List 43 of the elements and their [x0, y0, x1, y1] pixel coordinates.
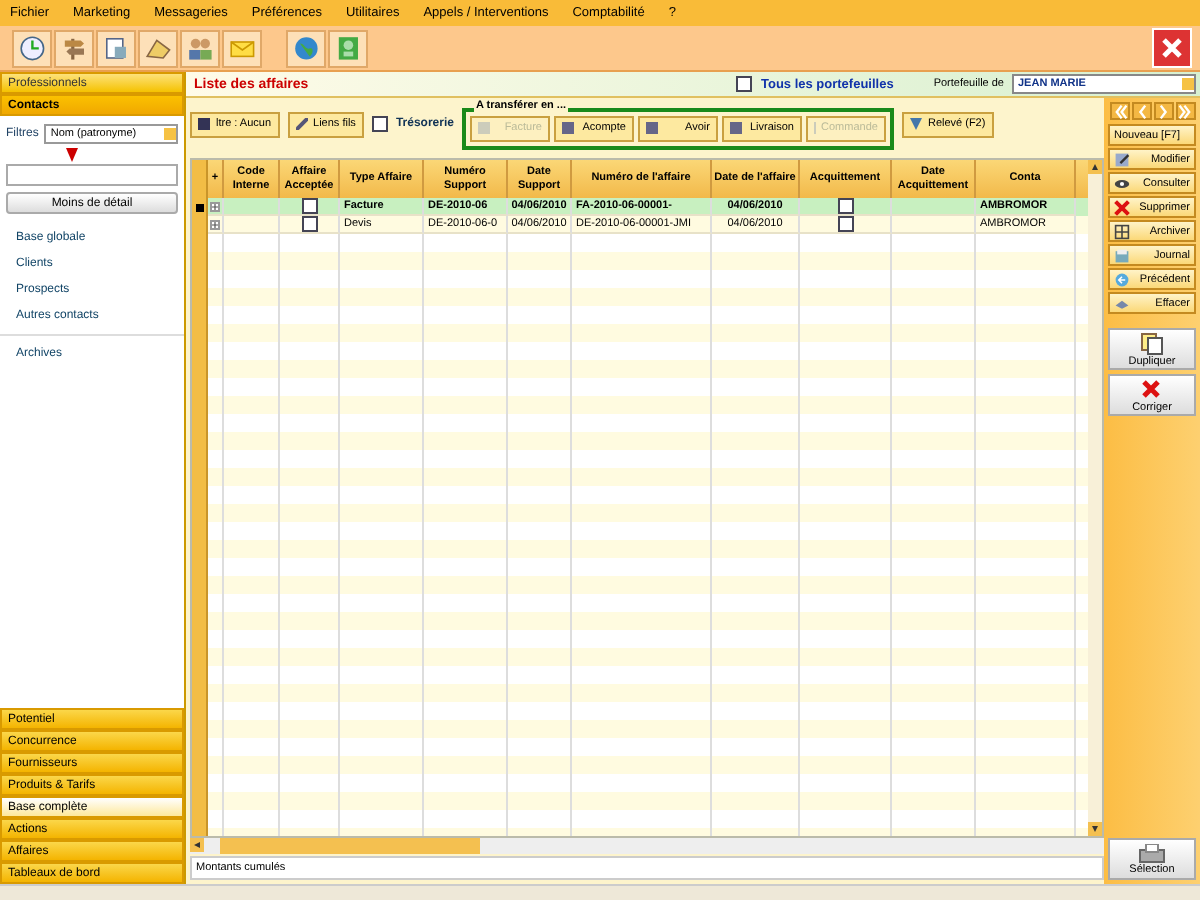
- checkbox[interactable]: [301, 216, 317, 232]
- archive-icon: [1114, 223, 1130, 239]
- eye-icon: [1114, 175, 1130, 191]
- toolbar-button[interactable]: [12, 29, 52, 67]
- nav-arrow-icon[interactable]: [1109, 102, 1129, 120]
- scroll-down-icon[interactable]: [1088, 822, 1102, 836]
- copies-icon: [1140, 331, 1164, 355]
- scroll-left-icon[interactable]: [190, 838, 204, 852]
- cross-icon: [1140, 377, 1164, 401]
- people-icon: [185, 33, 215, 63]
- filter-icon: [198, 118, 210, 130]
- checkbox[interactable]: [371, 116, 388, 132]
- toolbar-button[interactable]: [328, 29, 368, 67]
- expand-icon[interactable]: [210, 219, 220, 229]
- cross-icon: [1114, 199, 1130, 215]
- pencil-icon: [1114, 151, 1130, 167]
- expand-icon[interactable]: [210, 201, 220, 211]
- search-field[interactable]: [6, 164, 178, 186]
- toolbar-button[interactable]: [180, 29, 220, 67]
- arrow-left-icon: [1114, 271, 1130, 287]
- scrollbar-thumb[interactable]: [220, 838, 480, 854]
- clock-icon: [17, 33, 47, 63]
- contact-card-icon: [333, 33, 363, 63]
- toolbar-button[interactable]: [54, 29, 94, 67]
- checkbox[interactable]: [837, 198, 853, 214]
- checkbox[interactable]: [736, 76, 753, 92]
- nav-arrow-icon[interactable]: [1153, 102, 1173, 120]
- nav-arrow-icon[interactable]: [1131, 102, 1151, 120]
- nav-arrow-icon[interactable]: [1175, 102, 1195, 120]
- toolbar-button[interactable]: [286, 29, 326, 67]
- globe-icon: [291, 33, 321, 63]
- current-row-icon: [195, 203, 203, 211]
- printer-icon: [1138, 843, 1166, 863]
- toolbar-button[interactable]: [138, 29, 178, 67]
- journal-icon: [1114, 247, 1130, 263]
- close-icon[interactable]: [1152, 28, 1192, 68]
- down-arrow-icon: [66, 148, 78, 162]
- scroll-up-icon[interactable]: [1088, 160, 1102, 174]
- checkbox[interactable]: [837, 216, 853, 232]
- checkbox[interactable]: [301, 198, 317, 214]
- signpost-icon: [59, 33, 89, 63]
- toolbar-button[interactable]: [96, 29, 136, 67]
- funnel-icon: [909, 118, 922, 130]
